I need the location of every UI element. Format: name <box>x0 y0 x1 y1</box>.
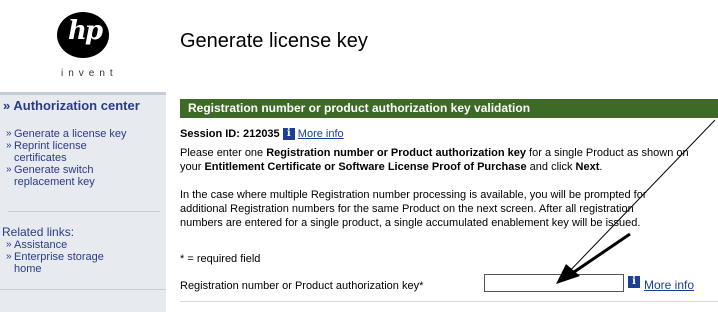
logo-tagline: invent <box>61 68 118 79</box>
paragraph-line: numbers are entered for a single product… <box>180 217 641 229</box>
sidebar-item-label-line1: Generate switch <box>14 164 94 176</box>
sidebar-item-reprint-license-certificates[interactable]: » Reprint license certificates <box>6 140 162 164</box>
info-icon[interactable]: i <box>628 276 640 288</box>
section-header-title: Registration number or product authoriza… <box>188 101 531 115</box>
left-column: hp invent » Authorization center » Gener… <box>0 0 166 312</box>
paragraph-line: additional Registration numbers for the … <box>180 203 634 215</box>
related-link-assistance[interactable]: » Assistance <box>6 239 162 251</box>
related-link-label-line1: Enterprise storage <box>14 251 104 263</box>
instructions-paragraph: Please enter one Registration number or … <box>180 146 718 174</box>
sidebar-section-title-label: » Authorization center <box>3 98 140 113</box>
instructions-bold: Registration number or Product authoriza… <box>266 147 526 159</box>
instructions-text: Please enter one <box>180 147 267 159</box>
registration-number-input[interactable] <box>484 274 624 292</box>
main-content: Generate license key Registration number… <box>166 0 718 312</box>
sidebar-item-label: Generate a license key <box>14 128 127 140</box>
raquo-icon: » <box>6 128 12 139</box>
related-link-enterprise-storage-home[interactable]: » Enterprise storage home <box>6 251 162 275</box>
sidebar: » Authorization center » Generate a lice… <box>0 92 166 312</box>
sidebar-item-label-line1: Reprint license <box>14 140 87 152</box>
sidebar-item-label-line2: replacement key <box>14 176 95 188</box>
related-links-title: Related links: <box>2 225 75 239</box>
sidebar-divider <box>0 289 166 290</box>
sidebar-divider <box>8 211 160 212</box>
instructions-text: for a single Product as shown on <box>526 147 689 159</box>
sidebar-item-label-line2: certificates <box>14 152 67 164</box>
hp-logo-letters: hp <box>68 16 103 46</box>
sidebar-section-title[interactable]: » Authorization center <box>0 92 166 117</box>
raquo-icon: » <box>6 239 12 250</box>
more-info-link[interactable]: More info <box>298 128 344 140</box>
related-link-label-line2: home <box>14 263 42 275</box>
raquo-icon: » <box>6 251 12 262</box>
more-info-link[interactable]: More info <box>644 278 694 292</box>
page-title: Generate license key <box>180 30 368 52</box>
instructions-text: your <box>180 161 205 173</box>
session-id: Session ID: 212035 i More info <box>180 128 344 141</box>
required-field-note: * = required field <box>180 253 261 265</box>
paragraph-line: In the case where multiple Registration … <box>180 189 647 201</box>
sidebar-item-generate-switch-replacement-key[interactable]: » Generate switch replacement key <box>6 164 162 188</box>
instructions-bold: Entitlement Certificate or Software Lice… <box>204 161 527 173</box>
session-id-label: Session ID: 212035 <box>180 128 280 140</box>
instructions-text: . <box>599 161 603 173</box>
multiple-registration-paragraph: In the case where multiple Registration … <box>180 188 718 230</box>
related-link-label: Assistance <box>14 239 68 251</box>
info-icon[interactable]: i <box>282 128 295 141</box>
raquo-icon: » <box>6 164 12 175</box>
instructions-bold: Next <box>575 161 600 173</box>
section-header-bar: Registration number or product authoriza… <box>180 99 718 118</box>
registration-number-label: Registration number or Product authoriza… <box>180 280 424 292</box>
sidebar-item-generate-license-key[interactable]: » Generate a license key <box>6 128 162 140</box>
divider <box>180 301 718 302</box>
raquo-icon: » <box>6 140 12 151</box>
hp-logo[interactable]: hp invent <box>0 0 166 92</box>
instructions-text: and click <box>526 161 576 173</box>
